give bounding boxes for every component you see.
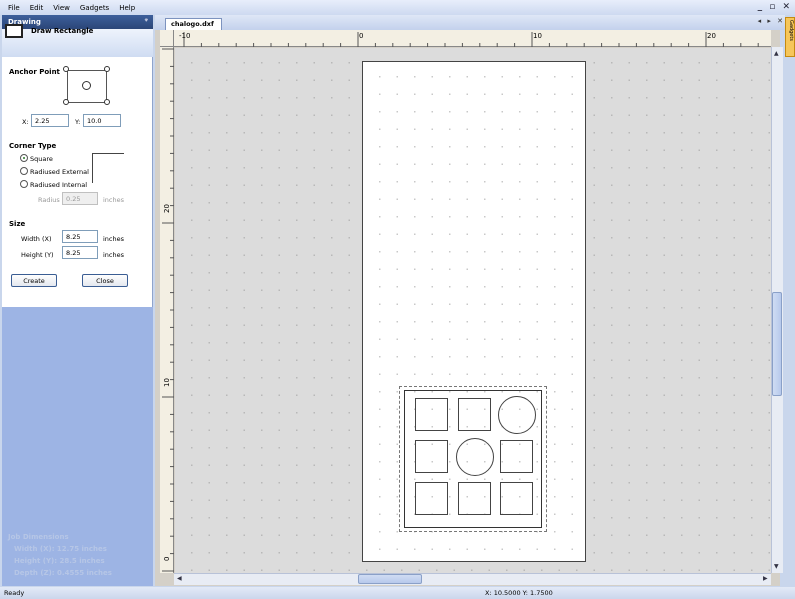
hruler-label-20: 20 — [707, 32, 716, 40]
height-label: Height (Y) — [21, 251, 54, 259]
horizontal-scrollbar[interactable] — [174, 573, 771, 585]
scroll-left-arrow-icon[interactable]: ◀ — [177, 575, 182, 582]
hruler-label-neg10: -10 — [179, 32, 190, 40]
radius-field[interactable] — [62, 192, 98, 205]
window-controls[interactable]: _ ▫ ✕ — [758, 2, 792, 12]
vertical-ruler: 20 10 0 — [160, 47, 174, 573]
square-vector[interactable] — [415, 440, 448, 473]
status-text: Ready — [4, 589, 25, 597]
ruler-corner — [160, 30, 174, 47]
radiused-internal-radio[interactable] — [20, 180, 28, 188]
horizontal-ruler-ticks: -10 0 10 20 — [179, 32, 759, 47]
width-field[interactable] — [62, 230, 98, 243]
menu-view[interactable]: View — [53, 4, 70, 12]
x-label: X: — [22, 118, 29, 126]
anchor-bottom-left-radio[interactable] — [63, 99, 69, 105]
close-button[interactable]: Close — [82, 274, 128, 287]
width-label: Width (X) — [21, 235, 52, 243]
cursor-coordinates: X: 10.5000 Y: 1.7500 — [485, 589, 553, 597]
square-vector[interactable] — [458, 482, 491, 515]
radiused-external-radio[interactable] — [20, 167, 28, 175]
rectangle-icon — [5, 24, 23, 38]
vertical-ruler-ticks: 20 10 0 — [162, 48, 174, 572]
job-height: Height (Y): 28.5 inches — [14, 557, 105, 565]
hruler-label-0: 0 — [359, 32, 363, 40]
status-bar: Ready X: 10.5000 Y: 1.7500 — [0, 587, 795, 599]
circle-vector[interactable] — [498, 396, 536, 434]
job-dimensions-title: Job Dimensions — [8, 533, 69, 541]
corner-type-heading: Corner Type — [9, 142, 57, 150]
circle-vector[interactable] — [456, 438, 494, 476]
radius-label: Radius — [38, 196, 60, 204]
tool-title: Draw Rectangle — [31, 27, 94, 35]
document-tab[interactable]: chalogo.dxf — [165, 18, 222, 30]
job-width: Width (X): 12.75 inches — [14, 545, 107, 553]
menu-gadgets[interactable]: Gadgets — [80, 4, 109, 12]
square-vector[interactable] — [458, 398, 491, 431]
job-depth: Depth (Z): 0.4555 inches — [14, 569, 112, 577]
create-button[interactable]: Create — [11, 274, 57, 287]
vruler-label-20: 20 — [163, 204, 171, 213]
height-unit: inches — [103, 251, 125, 259]
scroll-right-arrow-icon[interactable]: ▶ — [763, 575, 768, 582]
y-label: Y: — [75, 118, 81, 126]
job-dimensions: Job Dimensions Width (X): 12.75 inches H… — [8, 531, 112, 579]
menu-edit[interactable]: Edit — [30, 4, 44, 12]
scroll-down-arrow-icon[interactable]: ▼ — [774, 563, 779, 570]
radius-unit: inches — [103, 196, 125, 204]
menu-help[interactable]: Help — [119, 4, 135, 12]
scroll-up-arrow-icon[interactable]: ▲ — [774, 50, 779, 57]
square-label: Square — [30, 155, 53, 163]
vruler-label-0: 0 — [163, 557, 171, 561]
menu-bar: File Edit View Gadgets Help _ ▫ ✕ — [0, 0, 795, 15]
radiused-internal-label: Radiused Internal — [30, 181, 88, 189]
tab-strip — [155, 15, 785, 30]
x-field[interactable] — [31, 114, 69, 127]
y-field[interactable] — [83, 114, 121, 127]
square-radio[interactable] — [20, 154, 28, 162]
square-vector[interactable] — [415, 482, 448, 515]
vruler-label-10: 10 — [163, 378, 171, 387]
anchor-bottom-right-radio[interactable] — [104, 99, 110, 105]
hruler-label-10: 10 — [533, 32, 542, 40]
width-unit: inches — [103, 235, 125, 243]
square-vector[interactable] — [500, 440, 533, 473]
anchor-center-radio[interactable] — [82, 81, 91, 90]
anchor-top-left-radio[interactable] — [63, 66, 69, 72]
square-vector[interactable] — [500, 482, 533, 515]
menu-file[interactable]: File — [8, 4, 20, 12]
pin-icon[interactable]: ᵠ — [145, 17, 148, 25]
radiused-external-label: Radiused External — [30, 168, 89, 176]
vertical-scroll-thumb[interactable] — [772, 292, 782, 396]
corner-preview — [92, 153, 124, 183]
tab-controls[interactable]: ◂ ▸ ✕ — [758, 17, 785, 25]
height-field[interactable] — [62, 246, 98, 259]
anchor-top-right-radio[interactable] — [104, 66, 110, 72]
square-vector[interactable] — [415, 398, 448, 431]
horizontal-scroll-thumb[interactable] — [358, 574, 422, 584]
anchor-point-heading: Anchor Point — [9, 68, 60, 76]
size-heading: Size — [9, 220, 26, 228]
horizontal-ruler: -10 0 10 20 — [174, 30, 771, 47]
gadgets-side-tab[interactable]: Gadgets — [785, 17, 795, 57]
